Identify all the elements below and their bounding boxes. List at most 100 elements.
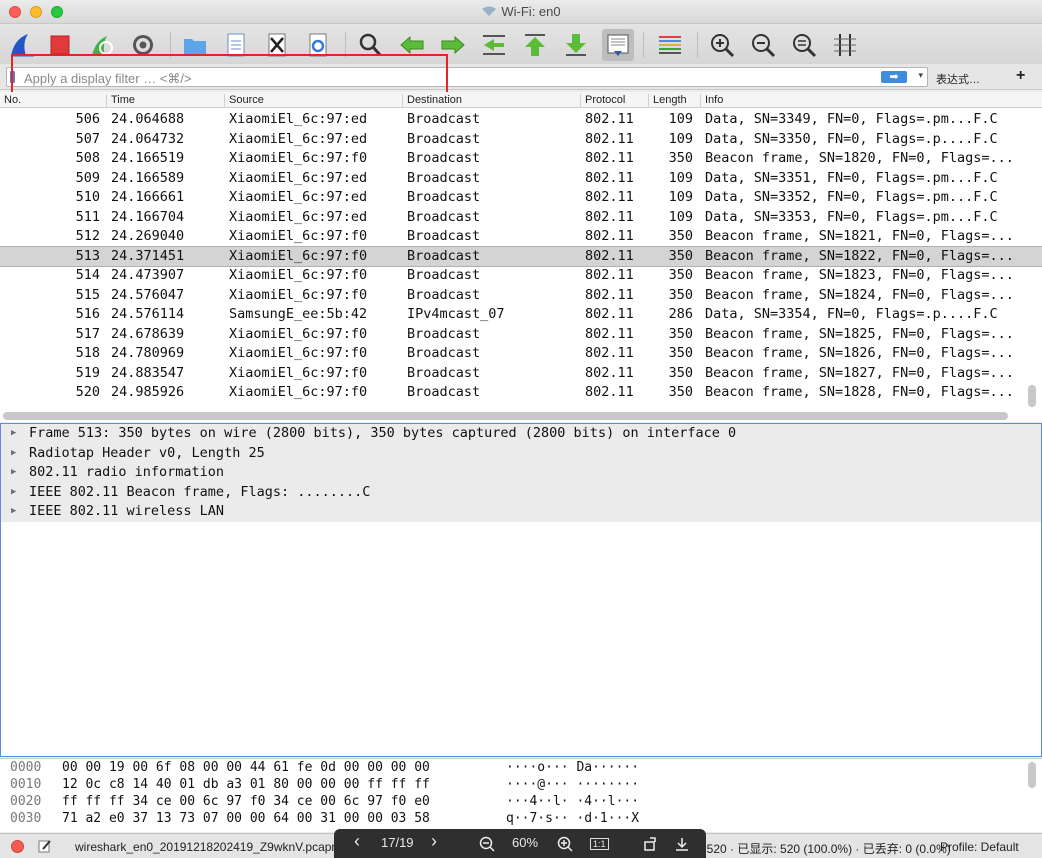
packet-row[interactable]: 507 24.064732 XiaomiEl_6c:97:ed Broadcast 80… — [0, 130, 1042, 150]
bytes-row[interactable]: 0020 ff ff ff 34 ce 00 6c 97 f0 34 ce 00 … — [0, 793, 1042, 810]
detail-text: Radiotap Header v0, Length 25 — [29, 444, 265, 461]
packet-info: Data, SN=3354, FN=0, Flags=.p....F.C — [705, 306, 998, 322]
packet-source: XiaomiEl_6c:97:f0 — [229, 267, 368, 283]
packet-list-header: No. Time Source Destination Protocol Len… — [0, 92, 1042, 108]
packet-number: 509 — [75, 169, 100, 186]
packet-number: 508 — [75, 150, 100, 166]
packet-row[interactable]: 508 24.166519 XiaomiEl_6c:97:f0 Broadcast 80… — [0, 149, 1042, 169]
packet-row[interactable]: 506 24.064688 XiaomiEl_6c:97:ed Broadcast 80… — [0, 110, 1042, 130]
packet-time: 24.064688 — [111, 111, 185, 127]
next-page-button[interactable]: › — [431, 831, 437, 852]
expand-triangle-icon[interactable]: ▶ — [11, 463, 16, 483]
byte-ascii: ···4··l· ·4··l··· — [506, 794, 640, 809]
packet-number: 507 — [75, 130, 100, 147]
detail-tree-item[interactable]: ▶ IEEE 802.11 Beacon frame, Flags: ......… — [1, 482, 1041, 503]
packet-row[interactable]: 513 24.371451 XiaomiEl_6c:97:f0 Broadcast 80… — [0, 245, 1042, 267]
packet-destination: Broadcast — [407, 111, 481, 127]
packet-rows: 506 24.064688 XiaomiEl_6c:97:ed Broadcast 80… — [0, 110, 1042, 403]
horizontal-scrollbar[interactable] — [3, 412, 1008, 420]
zoom-in-icon[interactable] — [557, 836, 573, 852]
autoscroll-button[interactable] — [602, 29, 634, 61]
vertical-scrollbar[interactable] — [1028, 762, 1036, 788]
column-header-source[interactable]: Source — [224, 94, 402, 108]
expand-triangle-icon[interactable]: ▶ — [11, 424, 16, 444]
packet-row[interactable]: 515 24.576047 XiaomiEl_6c:97:f0 Broadcast 80… — [0, 286, 1042, 306]
zoom-in-button[interactable] — [706, 29, 738, 61]
byte-hex: 12 0c c8 14 40 01 db a3 01 80 00 00 00 f… — [62, 777, 430, 792]
byte-ascii: q··7·s·· ·d·1···X — [506, 811, 640, 826]
zoom-normal-button[interactable] — [788, 29, 820, 61]
detail-text: Frame 513: 350 bytes on wire (2800 bits)… — [29, 425, 737, 441]
packet-length: 109 — [668, 169, 693, 186]
bytes-row[interactable]: 0010 12 0c c8 14 40 01 db a3 01 80 00 00 … — [0, 776, 1042, 793]
packet-time: 24.576114 — [111, 306, 185, 322]
packet-source: XiaomiEl_6c:97:f0 — [229, 286, 368, 303]
packet-number: 511 — [75, 208, 100, 225]
download-icon[interactable] — [674, 836, 690, 852]
column-header-no[interactable]: No. — [0, 94, 21, 108]
byte-hex: ff ff ff 34 ce 00 6c 97 f0 34 ce 00 6c 9… — [62, 794, 430, 809]
packet-row[interactable]: 516 24.576114 SamsungE_ee:5b:42 IPv4mcast_0… — [0, 305, 1042, 325]
actual-size-button[interactable]: 1:1 — [590, 838, 609, 850]
bytes-row[interactable]: 0000 00 00 19 00 6f 08 00 00 44 61 fe 0d … — [0, 759, 1042, 776]
expression-button[interactable]: 表达式… — [936, 71, 980, 87]
byte-offset: 0010 — [10, 777, 42, 792]
column-header-protocol[interactable]: Protocol — [580, 94, 648, 108]
colorize-icon — [659, 36, 681, 54]
packet-number: 517 — [75, 325, 100, 342]
bytes-row[interactable]: 0030 71 a2 e0 37 13 73 07 00 00 64 00 31 … — [0, 810, 1042, 827]
packet-row[interactable]: 510 24.166661 XiaomiEl_6c:97:ed Broadcast 80… — [0, 188, 1042, 208]
expand-triangle-icon[interactable]: ▶ — [11, 444, 16, 464]
zoom-out-button[interactable] — [747, 29, 779, 61]
packet-row[interactable]: 520 24.985926 XiaomiEl_6c:97:f0 Broadcast 80… — [0, 383, 1042, 403]
packet-time: 24.780969 — [111, 345, 185, 361]
prev-page-button[interactable]: ‹ — [354, 831, 360, 852]
packet-row[interactable]: 514 24.473907 XiaomiEl_6c:97:f0 Broadcast 80… — [0, 266, 1042, 286]
packet-destination: Broadcast — [407, 364, 481, 381]
edit-comment-icon[interactable] — [38, 839, 52, 853]
go-last-packet-button[interactable] — [560, 29, 592, 61]
colorize-button[interactable] — [654, 29, 686, 61]
column-header-length[interactable]: Length — [648, 94, 700, 108]
detail-text: IEEE 802.11 Beacon frame, Flags: .......… — [29, 483, 371, 500]
expand-triangle-icon[interactable]: ▶ — [11, 483, 16, 503]
zoom-out-icon[interactable] — [479, 836, 495, 852]
packet-row[interactable]: 519 24.883547 XiaomiEl_6c:97:f0 Broadcast 80… — [0, 364, 1042, 384]
byte-offset: 0020 — [10, 794, 42, 809]
packet-protocol: 802.11 — [585, 325, 634, 342]
vertical-scrollbar[interactable] — [1028, 385, 1036, 407]
expert-info-icon[interactable] — [11, 840, 24, 853]
capture-file-name: wireshark_en0_20191218202419_Z9wknV.pcap… — [75, 840, 345, 854]
packet-row[interactable]: 511 24.166704 XiaomiEl_6c:97:ed Broadcast 80… — [0, 208, 1042, 228]
packet-row[interactable]: 518 24.780969 XiaomiEl_6c:97:f0 Broadcast 80… — [0, 344, 1042, 364]
detail-tree-item[interactable]: ▶ Frame 513: 350 bytes on wire (2800 bits… — [1, 424, 1041, 444]
packet-bytes-pane: 0000 00 00 19 00 6f 08 00 00 44 61 fe 0d … — [0, 758, 1042, 832]
packet-protocol: 802.11 — [585, 286, 634, 303]
packet-row[interactable]: 517 24.678639 XiaomiEl_6c:97:f0 Broadcast 80… — [0, 325, 1042, 345]
byte-ascii: ····@··· ········ — [506, 777, 640, 792]
packet-destination: Broadcast — [407, 267, 481, 283]
expand-triangle-icon[interactable]: ▶ — [11, 502, 16, 522]
detail-tree-item[interactable]: ▶ IEEE 802.11 wireless LAN — [1, 502, 1041, 522]
profile-label[interactable]: Profile: Default — [940, 840, 1019, 854]
packet-length: 109 — [668, 208, 693, 225]
packet-list[interactable]: No. Time Source Destination Protocol Len… — [0, 92, 1042, 422]
packet-row[interactable]: 512 24.269040 XiaomiEl_6c:97:f0 Broadcast 80… — [0, 227, 1042, 247]
packet-row[interactable]: 509 24.166589 XiaomiEl_6c:97:ed Broadcast 80… — [0, 169, 1042, 189]
packet-number: 512 — [75, 228, 100, 244]
add-filter-button[interactable]: + — [1016, 67, 1025, 85]
resize-columns-button[interactable] — [829, 29, 861, 61]
detail-tree-item[interactable]: ▶ 802.11 radio information — [1, 463, 1041, 483]
packet-source: XiaomiEl_6c:97:f0 — [229, 247, 368, 264]
packet-number: 516 — [75, 306, 100, 322]
column-header-info[interactable]: Info — [700, 94, 1030, 108]
detail-tree-item[interactable]: ▶ Radiotap Header v0, Length 25 — [1, 443, 1041, 464]
go-to-packet-button[interactable] — [478, 29, 510, 61]
rotate-icon[interactable] — [642, 836, 658, 852]
packet-info: Beacon frame, SN=1824, FN=0, Flags=... — [705, 286, 1014, 303]
go-first-packet-button[interactable] — [519, 29, 551, 61]
column-header-destination[interactable]: Destination — [402, 94, 580, 108]
chevron-down-icon[interactable]: ▾ — [918, 70, 923, 81]
apply-filter-button[interactable]: ➡ — [881, 71, 907, 83]
column-header-time[interactable]: Time — [106, 94, 224, 108]
